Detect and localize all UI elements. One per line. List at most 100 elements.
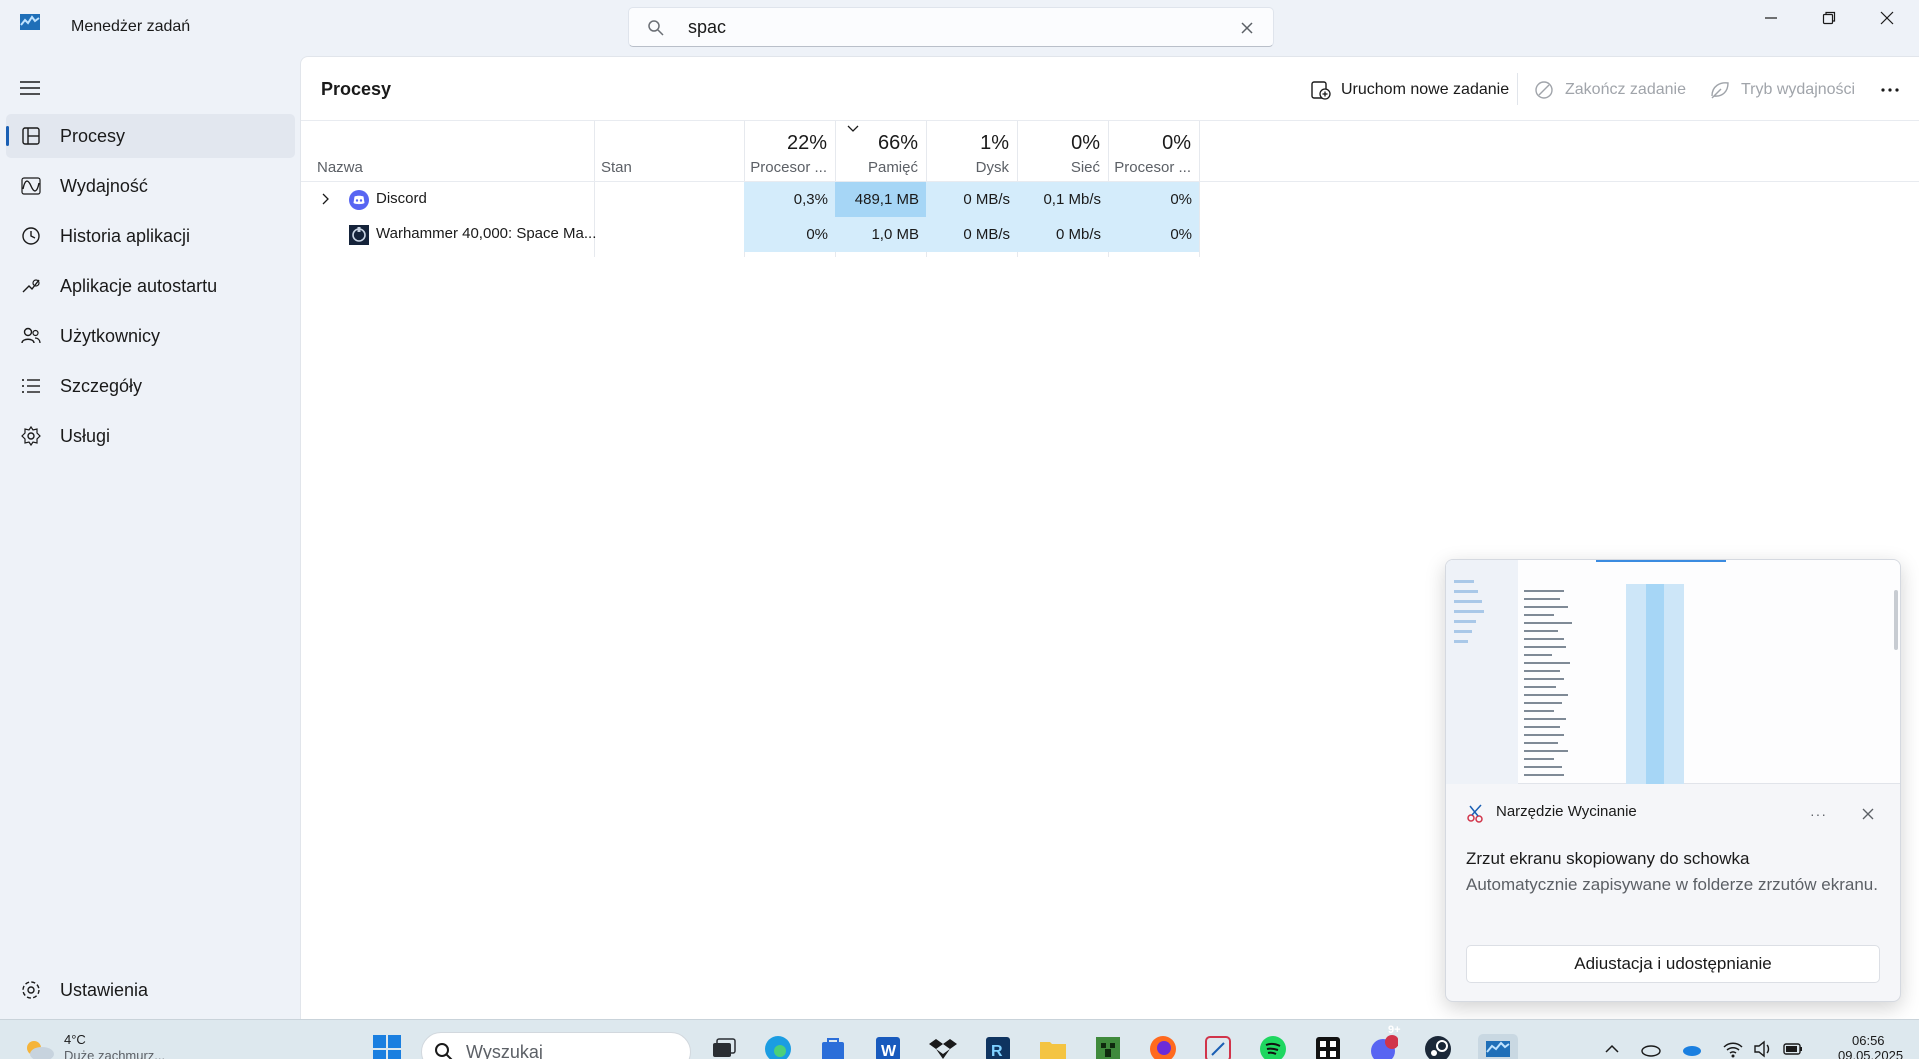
services-icon <box>21 425 41 447</box>
onedrive-icon[interactable] <box>1640 1038 1662 1059</box>
weather-description: Duże zachmurz... <box>64 1048 166 1059</box>
column-header-disk[interactable]: 1% Dysk <box>926 121 1017 181</box>
snipping-tool-notification[interactable]: Narzędzie Wycinanie ··· Zrzut ekranu sko… <box>1445 559 1901 1002</box>
close-icon[interactable] <box>1860 806 1876 822</box>
clock-date[interactable]: 09.05.2025 <box>1838 1048 1903 1059</box>
weather-cloudy-icon[interactable] <box>22 1038 56 1059</box>
folder-icon[interactable] <box>1038 1034 1068 1059</box>
column-header-label: Procesor ... <box>750 159 827 176</box>
column-header-label: Pamięć <box>867 159 918 176</box>
users-icon <box>21 327 41 344</box>
cell-status <box>594 182 744 217</box>
process-name: Warhammer 40,000: Space Ma... <box>376 225 597 242</box>
task-manager-app-icon <box>20 14 40 30</box>
new-task-icon <box>1311 81 1331 100</box>
app-icon[interactable] <box>1313 1034 1343 1059</box>
cell-disk: 0 MB/s <box>926 217 1017 252</box>
column-header-cpu[interactable]: 22% Procesor ... <box>744 121 835 181</box>
leaf-icon <box>1711 82 1729 99</box>
column-header-percent: 66% <box>877 132 918 154</box>
volume-icon[interactable] <box>1752 1038 1774 1059</box>
minimize-button[interactable] <box>1742 0 1800 36</box>
column-header-status[interactable]: Stan <box>594 121 744 181</box>
column-header-memory[interactable]: 66% Pamięć <box>835 121 926 181</box>
run-new-task-label: Uruchom nowe zadanie <box>1341 81 1510 98</box>
cell-memory: 1,0 MB <box>835 217 926 252</box>
column-header-percent: 1% <box>980 132 1009 154</box>
screenshot-thumbnail[interactable] <box>1446 560 1900 784</box>
minecraft-icon[interactable] <box>1093 1034 1123 1059</box>
table-row[interactable]: Warhammer 40,000: Space Ma... 0% 1,0 MB … <box>301 217 1919 252</box>
word-icon[interactable]: W <box>873 1034 903 1059</box>
sidebar-item-performance[interactable]: Wydajność <box>6 164 295 208</box>
details-icon <box>22 379 40 393</box>
battery-icon[interactable] <box>1782 1038 1804 1059</box>
window-title: Menedżer zadań <box>71 18 191 35</box>
sidebar-item-startup-apps[interactable]: Aplikacje autostartu <box>6 264 295 308</box>
discord-badge: 9+ <box>1388 1024 1401 1036</box>
more-options-button[interactable] <box>1879 75 1901 105</box>
chevron-right-icon[interactable] <box>318 192 332 206</box>
table-row[interactable]: Discord 0,3% 489,1 MB 0 MB/s 0,1 Mb/s 0% <box>301 182 1919 217</box>
sidebar-item-label: Historia aplikacji <box>60 226 191 246</box>
column-header-label: Procesor ... <box>1114 159 1191 176</box>
close-icon[interactable] <box>1239 20 1255 36</box>
sidebar-item-users[interactable]: Użytkownicy <box>6 314 295 358</box>
spotify-icon[interactable] <box>1258 1034 1288 1059</box>
cell-memory: 489,1 MB <box>835 182 926 217</box>
process-name: Discord <box>376 190 427 207</box>
wifi-icon[interactable] <box>1722 1038 1744 1059</box>
run-new-task-button[interactable]: Uruchom nowe zadanie <box>1309 75 1509 105</box>
taskbar-search-box[interactable]: Wyszukaj <box>421 1032 691 1059</box>
firefox-icon[interactable] <box>1148 1034 1178 1059</box>
sidebar-item-services[interactable]: Usługi <box>6 414 295 458</box>
task-view-icon[interactable] <box>708 1034 738 1059</box>
column-header-gpu[interactable]: 0% Procesor ... <box>1108 121 1199 181</box>
startup-apps-icon <box>22 279 40 293</box>
sort-descending-icon <box>847 125 859 132</box>
snipping-tool-icon[interactable] <box>1203 1034 1233 1059</box>
notification-app-name: Narzędzie Wycinanie <box>1496 803 1637 820</box>
column-header-label: Stan <box>601 159 632 176</box>
search-icon <box>648 20 664 36</box>
cell-gpu: 0% <box>1108 182 1199 217</box>
cell-network: 0,1 Mb/s <box>1017 182 1108 217</box>
discord-icon <box>349 190 369 210</box>
end-task-button[interactable]: Zakończ zadanie <box>1533 75 1686 105</box>
sidebar-item-details[interactable]: Szczegóły <box>6 364 295 408</box>
chevron-up-icon[interactable] <box>1601 1038 1623 1059</box>
steam-icon[interactable] <box>1423 1034 1453 1059</box>
cloud-icon[interactable] <box>1681 1038 1703 1059</box>
windows-start-icon[interactable] <box>372 1034 402 1059</box>
search-value[interactable]: spac <box>688 17 726 38</box>
snipping-tool-icon <box>1467 804 1483 823</box>
sidebar-item-label: Użytkownicy <box>60 326 161 346</box>
column-header-network[interactable]: 0% Sieć <box>1017 121 1108 181</box>
app-icon[interactable]: R <box>983 1034 1013 1059</box>
close-button[interactable] <box>1858 0 1916 36</box>
discord-icon[interactable] <box>1368 1034 1398 1059</box>
minimize-icon <box>1765 17 1777 19</box>
notification-title: Zrzut ekranu skopiowany do schowka <box>1466 849 1750 868</box>
search-input[interactable]: spac <box>628 7 1274 47</box>
svg-text:W: W <box>881 1043 897 1059</box>
notification-more-button[interactable]: ··· <box>1810 806 1827 822</box>
taskbar: 4°C Duże zachmurz... Wyszukaj W R 9+ 06:… <box>0 1019 1919 1059</box>
clock-time[interactable]: 06:56 <box>1852 1033 1885 1048</box>
sidebar-item-label: Procesy <box>60 126 126 146</box>
sidebar-item-processes[interactable]: Procesy <box>6 114 295 158</box>
efficiency-mode-button[interactable]: Tryb wydajności <box>1709 75 1855 105</box>
markup-and-share-button[interactable]: Adiustacja i udostępnianie <box>1466 945 1880 983</box>
dropbox-icon[interactable] <box>928 1034 958 1059</box>
cell-gpu: 0% <box>1108 217 1199 252</box>
sidebar-item-settings[interactable]: Ustawienia <box>6 968 295 1012</box>
column-header-percent: 22% <box>786 132 827 154</box>
restore-button[interactable] <box>1800 0 1858 36</box>
sidebar-item-label: Aplikacje autostartu <box>60 276 218 296</box>
sidebar-item-app-history[interactable]: Historia aplikacji <box>6 214 295 258</box>
hamburger-menu-icon[interactable] <box>18 78 42 98</box>
task-manager-icon[interactable] <box>1478 1034 1518 1059</box>
edge-icon[interactable] <box>763 1034 793 1059</box>
microsoft-store-icon[interactable] <box>818 1034 848 1059</box>
column-header-name[interactable]: Nazwa <box>301 121 594 181</box>
